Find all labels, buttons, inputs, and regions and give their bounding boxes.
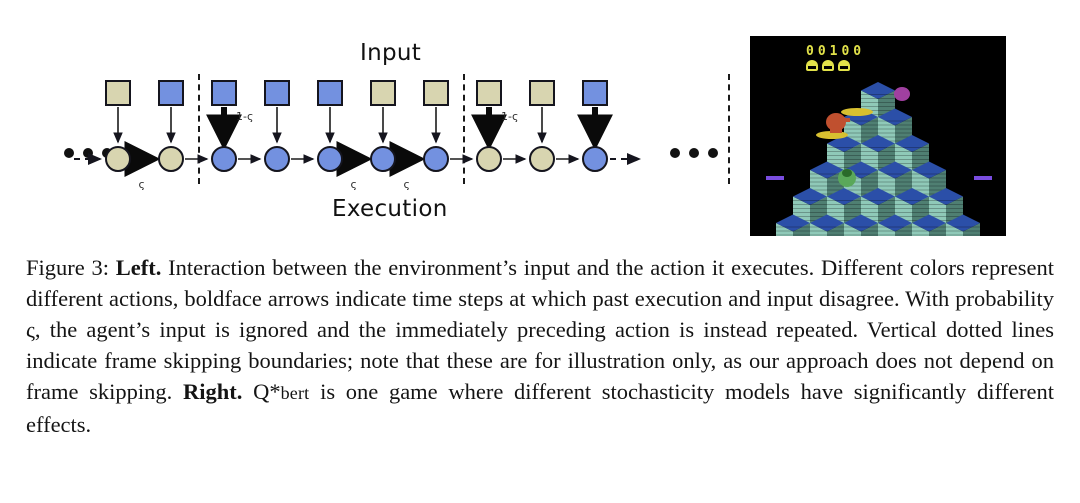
executed-action-circle: [370, 146, 396, 172]
probability-label-sigma: ς: [138, 178, 145, 191]
score-display: 00100: [806, 44, 866, 59]
executed-action-circle: [582, 146, 608, 172]
probability-label-one-minus-sigma: 1-ς: [501, 110, 519, 123]
probability-label-sigma: ς: [403, 178, 410, 191]
caption-text-right-pre: Q*: [253, 379, 281, 404]
enemy-sprite: [838, 169, 856, 187]
right-bar-icon: [974, 176, 992, 180]
input-action-square: [370, 80, 396, 106]
executed-action-circle: [423, 146, 449, 172]
sequence-diagram: Input Execution ς 1-ς ς ς 1-ς: [20, 18, 740, 240]
diagram-arrows: [74, 107, 641, 177]
probability-label-sigma: ς: [350, 178, 357, 191]
lives-display: [806, 60, 850, 71]
executed-action-circle: [105, 146, 131, 172]
input-action-square: [582, 80, 608, 106]
executed-action-circle: [158, 146, 184, 172]
figure-caption: Figure 3: Left. Interaction between the …: [26, 252, 1054, 440]
caption-figure-number: Figure 3:: [26, 255, 109, 280]
figure-container: Input Execution ς 1-ς ς ς 1-ς 00100: [0, 0, 1080, 245]
probability-label-one-minus-sigma: 1-ς: [236, 110, 254, 123]
left-bar-icon: [766, 176, 784, 180]
input-action-square: [264, 80, 290, 106]
purple-ball-icon: [894, 87, 910, 101]
caption-bold-left: Left.: [115, 255, 162, 280]
life-icon: [838, 60, 850, 71]
input-action-square: [211, 80, 237, 106]
executed-action-circle: [264, 146, 290, 172]
executed-action-circle: [317, 146, 343, 172]
life-icon: [822, 60, 834, 71]
input-action-square: [423, 80, 449, 106]
input-action-square: [529, 80, 555, 106]
executed-action-circle: [476, 146, 502, 172]
input-action-square: [158, 80, 184, 106]
disc-left-upper-icon: [841, 108, 873, 116]
life-icon: [806, 60, 818, 71]
executed-action-circle: [529, 146, 555, 172]
input-action-square: [105, 80, 131, 106]
caption-smallcaps-bert: bert: [280, 383, 310, 403]
qbert-game-screenshot: 00100: [750, 36, 1006, 236]
qbert-pyramid-graphic: [750, 36, 1006, 236]
caption-bold-right: Right.: [182, 379, 243, 404]
input-action-square: [476, 80, 502, 106]
executed-action-circle: [211, 146, 237, 172]
input-action-square: [317, 80, 343, 106]
